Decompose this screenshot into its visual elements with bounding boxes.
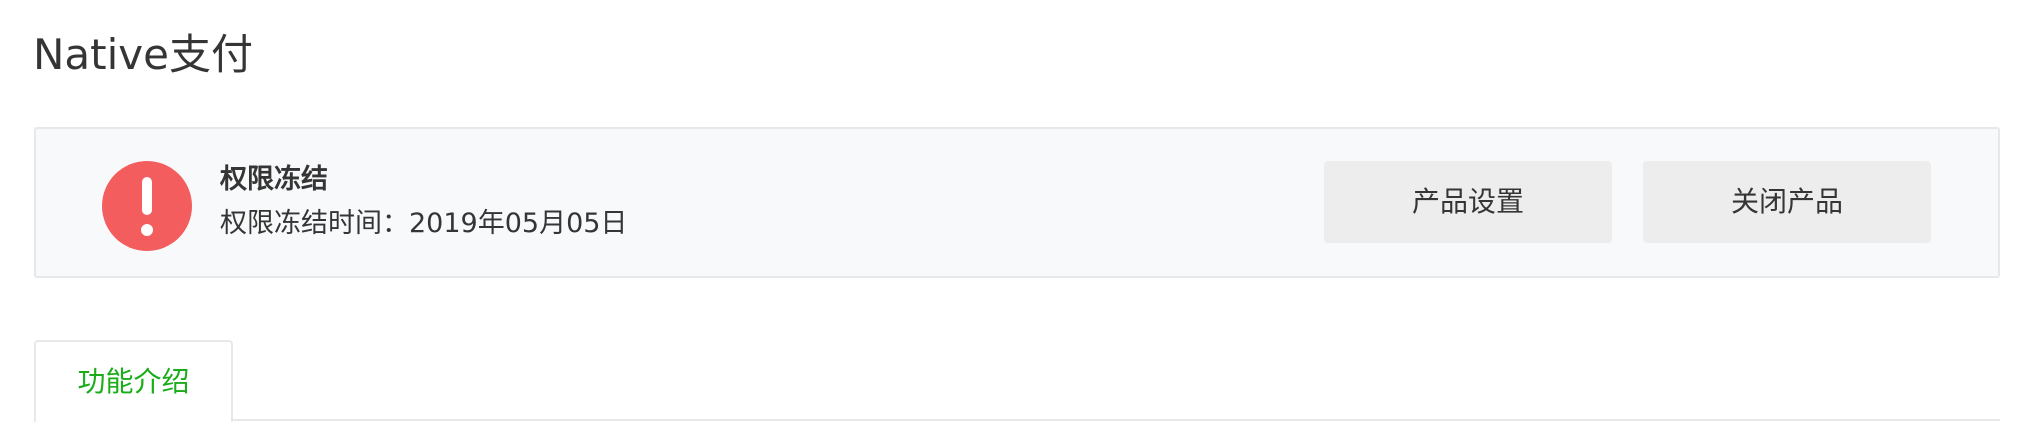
status-freeze-time: 权限冻结时间：2019年05月05日 [220, 208, 628, 239]
tab-bar-divider [34, 419, 2000, 421]
page-title: Native支付 [33, 30, 253, 79]
product-settings-button[interactable]: 产品设置 [1324, 161, 1612, 243]
tab-bar: 功能介绍 [34, 340, 2000, 422]
exclamation-icon [102, 161, 192, 251]
status-panel: 权限冻结 权限冻结时间：2019年05月05日 产品设置 关闭产品 [34, 127, 2000, 278]
close-product-button[interactable]: 关闭产品 [1643, 161, 1931, 243]
status-title: 权限冻结 [220, 164, 328, 195]
tab-feature-intro[interactable]: 功能介绍 [34, 340, 233, 422]
